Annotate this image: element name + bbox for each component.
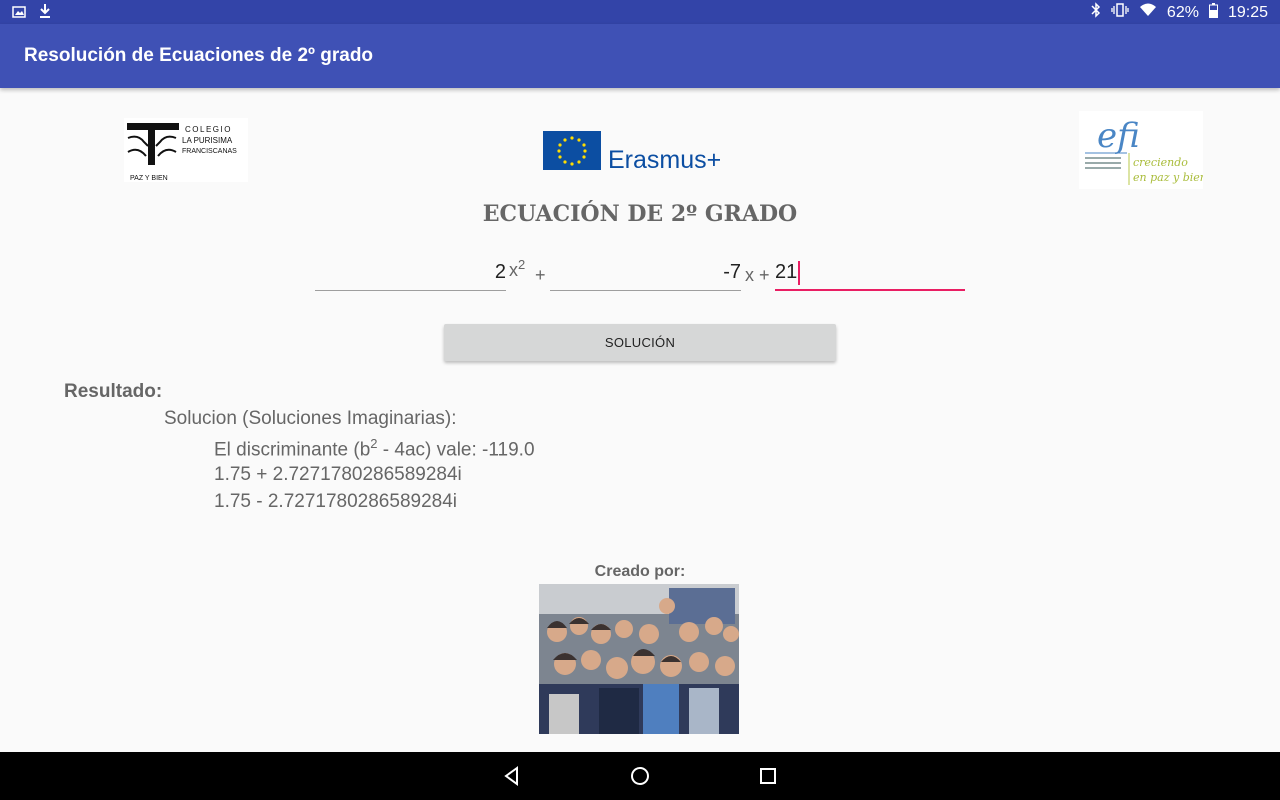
root-2: 1.75 - 2.7271780286589284i xyxy=(214,491,458,512)
x-label: x xyxy=(745,265,754,285)
navigation-bar xyxy=(0,752,1280,800)
svg-text:creciendo: creciendo xyxy=(1133,156,1188,169)
back-button[interactable] xyxy=(500,764,524,788)
app-bar: Resolución de Ecuaciones de 2º grado xyxy=(0,24,1280,88)
vibrate-icon xyxy=(1111,2,1129,23)
recents-button[interactable] xyxy=(756,764,780,788)
wifi-icon xyxy=(1139,3,1157,22)
svg-text:Erasmus+: Erasmus+ xyxy=(608,146,721,174)
coefficient-a-input[interactable]: 2 xyxy=(315,257,506,291)
coefficient-b-value: -7 xyxy=(723,261,741,283)
result-label: Resultado: xyxy=(64,381,163,402)
coefficient-a-value: 2 xyxy=(494,261,506,283)
coefficient-c-input[interactable]: 21 xyxy=(775,257,965,291)
page-heading: ECUACIÓN DE 2º GRADO xyxy=(482,201,798,227)
home-icon xyxy=(631,767,649,785)
app-title: Resolución de Ecuaciones de 2º grado xyxy=(24,45,374,66)
solution-type: Solucion (Soluciones Imaginarias): xyxy=(164,408,457,429)
coefficient-c-value: 21 xyxy=(775,261,798,283)
status-bar: 62% 19:25 xyxy=(0,0,1280,24)
home-button[interactable] xyxy=(628,764,652,788)
svg-text:COLEGIO: COLEGIO xyxy=(185,125,232,134)
svg-text:en paz y bien: en paz y bien xyxy=(1133,171,1203,184)
svg-text:PAZ Y BIEN: PAZ Y BIEN xyxy=(130,175,168,182)
image-icon xyxy=(12,5,26,23)
x-squared-label: x2 xyxy=(509,257,526,280)
discriminant-line: El discriminante (b2 - 4ac) vale: -119.0 xyxy=(214,436,535,461)
coefficient-b-input[interactable]: -7 xyxy=(550,257,741,291)
plus-sign: + xyxy=(535,265,546,285)
svg-text:FRANCISCANAS: FRANCISCANAS xyxy=(182,148,237,155)
recents-icon xyxy=(760,768,776,784)
download-icon xyxy=(38,3,52,24)
colegio-logo: COLEGIO LA PURISIMA FRANCISCANAS PAZ Y B… xyxy=(124,118,248,182)
back-icon xyxy=(504,766,518,786)
svg-text:LA PURISIMA: LA PURISIMA xyxy=(182,136,233,145)
solution-button[interactable]: SOLUCIÓN xyxy=(444,324,836,361)
erasmus-logo: Erasmus+ xyxy=(543,130,743,174)
created-by-label: Creado por: xyxy=(594,563,686,580)
root-1: 1.75 + 2.7271780286589284i xyxy=(214,464,462,485)
svg-text:efi: efi xyxy=(1097,116,1140,156)
battery-icon xyxy=(1208,2,1218,23)
bluetooth-icon xyxy=(1091,2,1101,23)
plus-sign: + xyxy=(759,265,770,285)
text-cursor xyxy=(798,260,801,285)
clock: 19:25 xyxy=(1227,3,1268,21)
efi-logo: efi creciendo en paz y bien xyxy=(1079,111,1207,189)
battery-level: 62% xyxy=(1166,3,1199,21)
group-photo xyxy=(539,584,739,734)
